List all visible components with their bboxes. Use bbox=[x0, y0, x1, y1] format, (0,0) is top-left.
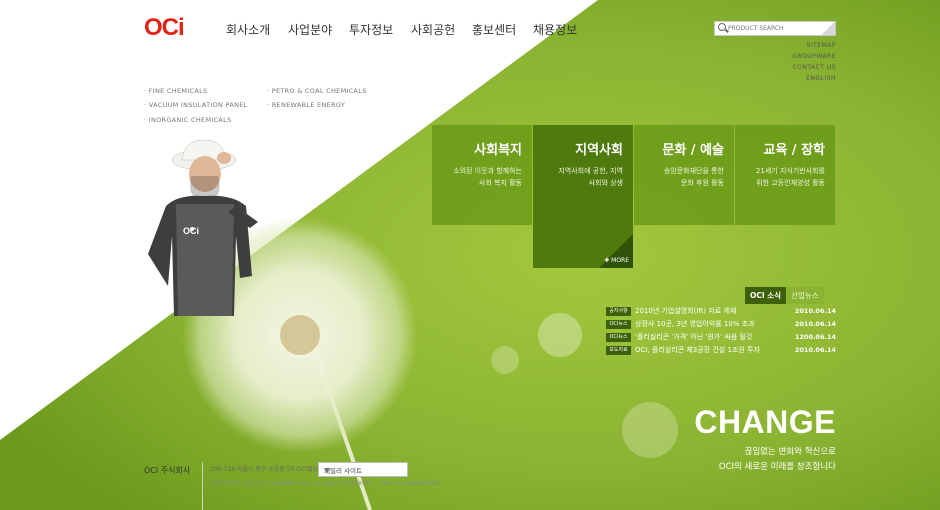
tile-desc: 지역사회에 공헌, 지역사회와 상생 bbox=[533, 165, 623, 189]
page: OCi 회사소개 사업분야 투자정보 사회공헌 홍보센터 채용정보 SITEMA… bbox=[0, 0, 940, 510]
tile-title: 지역사회 bbox=[575, 143, 623, 158]
news-item[interactable]: OCI뉴스 상장사 10곳, 3년 영업이익률 10% 초과 2010.06.1… bbox=[606, 319, 836, 332]
biz-link-vip[interactable]: · VACUUM INSULATION PANEL bbox=[144, 101, 248, 109]
desc-line: 사회와 상생 bbox=[588, 179, 623, 187]
more-button[interactable]: ✚ MORE bbox=[604, 257, 629, 264]
nav-item-company[interactable]: 회사소개 bbox=[226, 21, 288, 38]
product-search bbox=[714, 21, 836, 36]
footer-divider bbox=[202, 462, 203, 510]
desc-line: 위한 고등인재양성 활동 bbox=[756, 179, 825, 187]
tile-desc: 송암문화재단을 통한문화 후원 활동 bbox=[634, 165, 724, 189]
desc-line: 사회 복지 활동 bbox=[478, 179, 522, 187]
news-badge: OCI뉴스 bbox=[606, 320, 631, 329]
news-badge: 보도자료 bbox=[606, 346, 631, 355]
tile-social-welfare[interactable]: 사회복지 소외된 이웃과 함께하는사회 복지 활동 bbox=[432, 125, 532, 225]
chevron-down-icon bbox=[324, 468, 330, 472]
oci-logo[interactable]: OCi bbox=[144, 14, 185, 42]
webmaster-link[interactable]: MAIL TO WEBMASTER bbox=[381, 481, 440, 487]
biz-link-label: FINE CHEMICALS bbox=[148, 87, 208, 95]
news-date: 2010.06.14 bbox=[794, 320, 836, 328]
biz-link-renewable[interactable]: · RENEWABLE ENERGY bbox=[267, 101, 345, 109]
desc-line: 송암문화재단을 통한 bbox=[663, 167, 724, 175]
desc-line: 지역사회에 공헌, 지역 bbox=[558, 167, 623, 175]
biz-link-label: INORGANIC CHEMICALS bbox=[148, 116, 232, 124]
biz-link-label: VACUUM INSULATION PANEL bbox=[148, 101, 248, 109]
desc-line: 21세기 지식기반사회를 bbox=[755, 167, 825, 175]
slogan-line: 끊임없는 변화와 혁신으로 bbox=[744, 447, 836, 457]
news-item[interactable]: 보도자료 OCI, 폴리실리콘 제3공장 건설 1조원 투자 2010.06.1… bbox=[606, 345, 836, 358]
sitemap-link[interactable]: SITEMAP bbox=[792, 40, 836, 51]
nav-item-pr[interactable]: 홍보센터 bbox=[472, 21, 533, 38]
biz-link-label: PETRO & COAL CHEMICALS bbox=[271, 87, 367, 95]
contact-link[interactable]: CONTACT US bbox=[792, 62, 836, 73]
hero-headline: CHANGE bbox=[694, 404, 836, 440]
search-button[interactable] bbox=[821, 22, 835, 35]
tile-title: 문화 / 예술 bbox=[662, 143, 724, 158]
tile-desc: 소외된 이웃과 함께하는사회 복지 활동 bbox=[432, 165, 522, 189]
search-input[interactable] bbox=[728, 22, 818, 35]
news-title[interactable]: 상장사 10곳, 3년 영업이익률 10% 초과 bbox=[635, 319, 755, 330]
more-label: MORE bbox=[611, 257, 629, 264]
news-title[interactable]: '폴리실리콘 '가격' 아닌 '원가' 싸움 될것 bbox=[635, 332, 752, 343]
svg-text:OCi: OCi bbox=[183, 226, 199, 236]
desc-line: 소외된 이웃과 함께하는 bbox=[453, 167, 522, 175]
news-item[interactable]: OCI뉴스 '폴리실리콘 '가격' 아닌 '원가' 싸움 될것 1200.06.… bbox=[606, 332, 836, 345]
nav-item-careers[interactable]: 채용정보 bbox=[533, 21, 577, 38]
tab-oci-news[interactable]: OCI 소식 bbox=[745, 287, 787, 304]
main-navigation: 회사소개 사업분야 투자정보 사회공헌 홍보센터 채용정보 bbox=[226, 21, 577, 38]
news-tabs: OCI 소식 산업뉴스 bbox=[745, 287, 824, 304]
tab-industry-news[interactable]: 산업뉴스 bbox=[786, 287, 824, 304]
news-date: 2010.06.14 bbox=[794, 346, 836, 354]
search-icon bbox=[718, 23, 726, 31]
footer-company: OCI 주식회사 bbox=[144, 466, 191, 475]
footer-copyright: COPYRIGHT 2010 OCI COMPANY LTD. ALL RIGH… bbox=[210, 481, 441, 487]
biz-link-label: RENEWABLE ENERGY bbox=[271, 101, 346, 109]
tile-desc: 21세기 지식기반사회를위한 고등인재양성 활동 bbox=[735, 165, 825, 189]
biz-link-inorganic[interactable]: · INORGANIC CHEMICALS bbox=[144, 116, 232, 124]
family-site-select[interactable]: 패밀리 사이트 bbox=[318, 462, 408, 477]
worker-photo: OCi bbox=[148, 139, 258, 316]
tile-community[interactable]: 지역사회 지역사회에 공헌, 지역사회와 상생 ✚ MORE bbox=[533, 125, 633, 268]
nav-item-business[interactable]: 사업분야 bbox=[288, 21, 349, 38]
news-title[interactable]: 2010년 기업설명회(IR) 자료 게재 bbox=[635, 306, 736, 317]
biz-link-petro-coal[interactable]: · PETRO & COAL CHEMICALS bbox=[267, 87, 367, 95]
desc-line: 문화 후원 활동 bbox=[680, 179, 724, 187]
news-item[interactable]: 공지사항 2010년 기업설명회(IR) 자료 게재 2010.06.14 bbox=[606, 306, 836, 319]
tile-education[interactable]: 교육 / 장학 21세기 지식기반사회를위한 고등인재양성 활동 bbox=[735, 125, 835, 225]
biz-link-fine-chemicals[interactable]: · FINE CHEMICALS bbox=[144, 87, 207, 95]
utility-links: SITEMAP GROUPWARE CONTACT US ENGLISH bbox=[792, 40, 836, 84]
footer-address: 100-718 서울시 중구 소공동 50 OCI빌딩 bbox=[210, 466, 319, 473]
news-date: 1200.06.14 bbox=[794, 333, 836, 341]
copyright-text: COPYRIGHT 2010 OCI COMPANY LTD. ALL RIGH… bbox=[210, 481, 376, 487]
tile-title: 교육 / 장학 bbox=[763, 143, 825, 158]
news-list: 공지사항 2010년 기업설명회(IR) 자료 게재 2010.06.14 OC… bbox=[606, 306, 836, 358]
news-date: 2010.06.14 bbox=[794, 307, 836, 315]
slogan-line: OCI의 새로운 미래를 창조합니다 bbox=[718, 462, 836, 472]
news-badge: OCI뉴스 bbox=[606, 333, 631, 342]
nav-item-investor[interactable]: 투자정보 bbox=[349, 21, 411, 38]
hero-slogan: 끊임없는 변화와 혁신으로 OCI의 새로운 미래를 창조합니다 bbox=[719, 445, 836, 475]
news-badge: 공지사항 bbox=[606, 307, 631, 316]
english-link[interactable]: ENGLISH bbox=[792, 73, 836, 84]
tile-title: 사회복지 bbox=[474, 143, 522, 158]
news-title[interactable]: OCI, 폴리실리콘 제3공장 건설 1조원 투자 bbox=[635, 345, 760, 356]
groupware-link[interactable]: GROUPWARE bbox=[792, 51, 836, 62]
nav-item-social[interactable]: 사회공헌 bbox=[411, 21, 472, 38]
tile-culture-arts[interactable]: 문화 / 예술 송암문화재단을 통한문화 후원 활동 bbox=[634, 125, 734, 225]
